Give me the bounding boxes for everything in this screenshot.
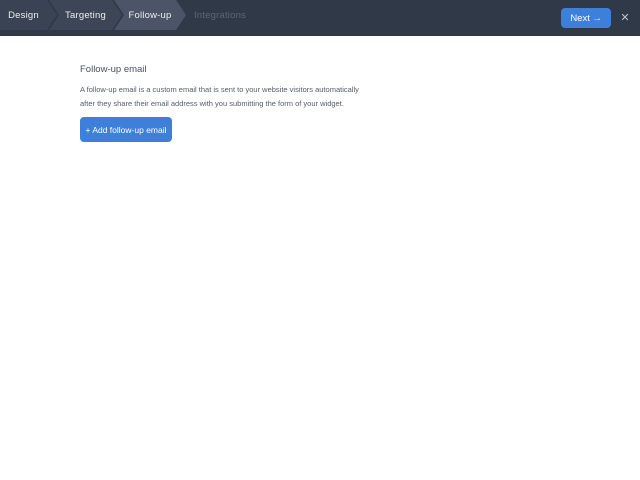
description-line-1: A follow-up email is a custom email that… [80, 85, 359, 94]
tab-follow-up-label: Follow-up [128, 9, 172, 21]
tab-design[interactable]: Design [0, 0, 57, 30]
tab-design-label: Design [8, 9, 39, 21]
wizard-header-bar: Design Targeting Follow-up Integrations … [0, 0, 640, 36]
add-follow-up-email-button[interactable]: + Add follow-up email [80, 117, 172, 142]
tab-targeting-label: Targeting [65, 9, 106, 21]
description-line-2: after they share their email address wit… [80, 99, 344, 108]
follow-up-panel: Follow-up email A follow-up email is a c… [0, 36, 640, 142]
widget-setup-wizard: Design Targeting Follow-up Integrations … [0, 0, 640, 480]
tab-integrations[interactable]: Integrations [178, 0, 262, 30]
next-button[interactable]: Next → [561, 8, 611, 28]
tab-integrations-label: Integrations [193, 9, 247, 21]
close-icon[interactable]: ✕ [617, 10, 633, 26]
tab-targeting[interactable]: Targeting [49, 0, 122, 30]
tab-follow-up[interactable]: Follow-up [114, 0, 186, 30]
follow-up-description: A follow-up email is a custom email that… [80, 83, 640, 111]
page-title: Follow-up email [80, 64, 147, 75]
